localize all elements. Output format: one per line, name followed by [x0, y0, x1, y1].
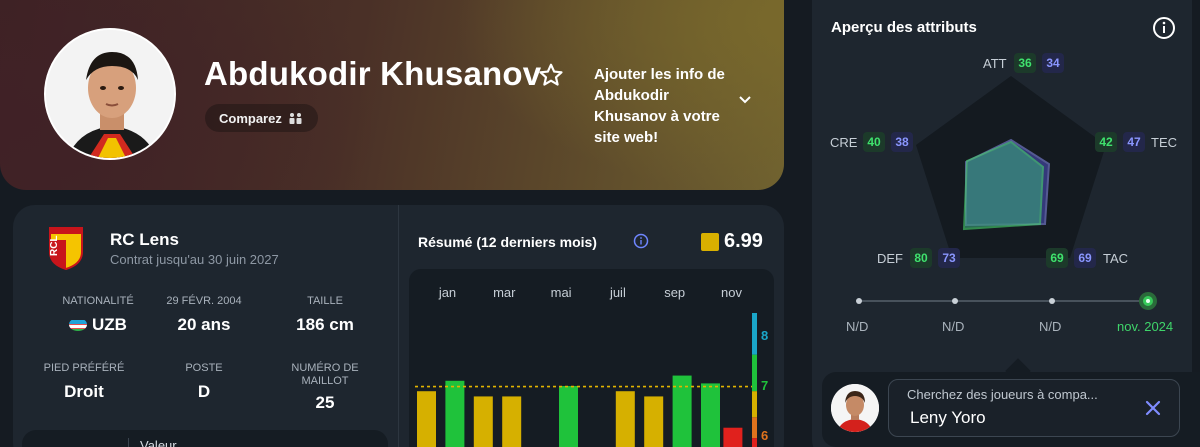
y-tick-label: 8	[761, 328, 768, 343]
attr-att-compare-value: 34	[1042, 53, 1064, 73]
attributes-info-icon[interactable]	[1152, 16, 1176, 40]
player-name: Abdukodir Khusanov	[204, 55, 542, 92]
month-label: juil	[609, 285, 626, 300]
compare-people-icon	[289, 113, 302, 124]
svg-text:RCL: RCL	[49, 235, 60, 256]
attr-cre-player-value: 40	[863, 132, 885, 152]
compare-button[interactable]: Comparez	[205, 104, 318, 132]
chevron-down-icon[interactable]	[737, 92, 753, 108]
month-label: jan	[438, 285, 456, 300]
attr-def-label: DEF	[877, 251, 903, 266]
value-separator	[128, 438, 129, 447]
attr-tec-compare-value: 47	[1123, 132, 1145, 152]
shirt-label-line1: NUMÉRO DE	[291, 362, 359, 374]
stat-position: POSTE D	[144, 362, 264, 402]
attr-tec-label: TEC	[1151, 135, 1177, 150]
nationality-label: NATIONALITÉ	[62, 295, 134, 307]
attr-tec-player-value: 42	[1095, 132, 1117, 152]
search-placeholder: Cherchez des joueurs à compa...	[907, 387, 1098, 402]
market-value-label: Valeur	[140, 438, 177, 447]
timeline-point-1[interactable]	[856, 298, 862, 304]
player-header: Abdukodir Khusanov Comparez Ajouter les …	[0, 0, 784, 190]
timeline-point-active[interactable]	[1139, 292, 1157, 310]
rating-bar[interactable]	[445, 380, 465, 447]
embed-widget-text[interactable]: Ajouter les info de Abdukodir Khusanov à…	[594, 64, 734, 148]
player-avatar	[44, 28, 176, 160]
card-divider	[398, 205, 399, 447]
rating-scale-segment	[752, 391, 757, 418]
attr-tac-compare-value: 69	[1074, 248, 1096, 268]
nationality-value: UZB	[92, 315, 127, 334]
rating-bar[interactable]	[723, 427, 743, 447]
rating-chart-panel: jan mar mai juil sep nov 8 7 6	[409, 269, 774, 447]
club-name[interactable]: RC Lens	[110, 230, 179, 250]
y-tick-label: 7	[761, 378, 768, 393]
attr-cre-label: CRE	[830, 135, 858, 150]
info-icon[interactable]	[633, 233, 649, 249]
rating-scale-segment	[752, 313, 757, 355]
y-tick-label: 6	[761, 428, 768, 443]
foot-value: Droit	[64, 382, 104, 401]
age-value: 20 ans	[177, 315, 231, 334]
attr-att-player-value: 36	[1014, 53, 1036, 73]
timeline-label-active: nov. 2024	[1117, 319, 1174, 334]
rating-bar[interactable]	[615, 391, 635, 447]
attr-tac-player-value: 69	[1046, 248, 1068, 268]
rating-bar[interactable]	[502, 396, 522, 447]
close-icon[interactable]	[1144, 399, 1162, 417]
club-logo[interactable]: RCL	[48, 226, 84, 270]
market-value-box: Valeur	[22, 430, 388, 447]
compared-player-avatar	[831, 384, 879, 432]
stat-foot: PIED PRÉFÉRÉ Droit	[24, 362, 144, 402]
average-rating: 6.99	[724, 230, 763, 252]
rating-bar[interactable]	[559, 386, 578, 447]
uzbekistan-flag-icon	[69, 318, 88, 331]
height-value: 186 cm	[296, 315, 354, 334]
timeline-point-3[interactable]	[1049, 298, 1055, 304]
season-timeline-track[interactable]	[858, 300, 1148, 302]
rating-scale-segment	[752, 417, 757, 439]
rating-color-chip	[701, 233, 719, 251]
month-label: mai	[551, 285, 572, 300]
rating-bar[interactable]	[417, 391, 436, 447]
timeline-point-2[interactable]	[952, 298, 958, 304]
birthdate-label: 29 FÉVR. 2004	[166, 295, 242, 307]
search-value[interactable]: Leny Yoro	[910, 408, 986, 428]
shirt-value: 25	[315, 393, 335, 412]
attr-tac-label: TAC	[1103, 251, 1129, 266]
month-label: sep	[664, 285, 685, 300]
favorite-star-icon[interactable]	[538, 62, 564, 88]
shirt-label-line2: MAILLOT	[301, 375, 349, 387]
position-label: POSTE	[185, 362, 223, 374]
rating-bar[interactable]	[473, 396, 493, 447]
foot-label: PIED PRÉFÉRÉ	[43, 362, 125, 374]
summary-title: Résumé (12 derniers mois)	[418, 234, 597, 250]
month-label: mar	[493, 285, 516, 300]
rating-bar[interactable]	[644, 396, 664, 447]
attr-def-compare-value: 73	[938, 248, 960, 268]
timeline-label-3: N/D	[1039, 319, 1062, 334]
timeline-label-1: N/D	[846, 319, 869, 334]
height-label: TAILLE	[307, 295, 343, 307]
stat-height: TAILLE 186 cm	[265, 295, 385, 335]
rating-bar[interactable]	[701, 383, 720, 447]
rating-scale-segment	[752, 354, 757, 392]
compare-label: Comparez	[219, 110, 282, 126]
attributes-radar	[916, 76, 1106, 258]
contract-until: Contrat jusqu'au 30 juin 2027	[110, 252, 279, 267]
attr-att-label: ATT	[983, 56, 1007, 71]
rating-bar-chart: jan mar mai juil sep nov 8 7 6	[415, 285, 768, 447]
stat-birth: 29 FÉVR. 2004 20 ans	[144, 295, 264, 335]
attributes-title: Aperçu des attributs	[831, 19, 977, 36]
attr-cre-compare-value: 38	[891, 132, 913, 152]
month-label: nov	[721, 285, 742, 300]
stat-shirt-number: NUMÉRO DE MAILLOT 25	[265, 362, 385, 413]
position-value: D	[197, 382, 211, 401]
rating-scale-segment	[752, 438, 757, 447]
stat-nationality: NATIONALITÉ UZB	[38, 295, 158, 335]
timeline-label-2: N/D	[942, 319, 965, 334]
attr-def-player-value: 80	[910, 248, 932, 268]
